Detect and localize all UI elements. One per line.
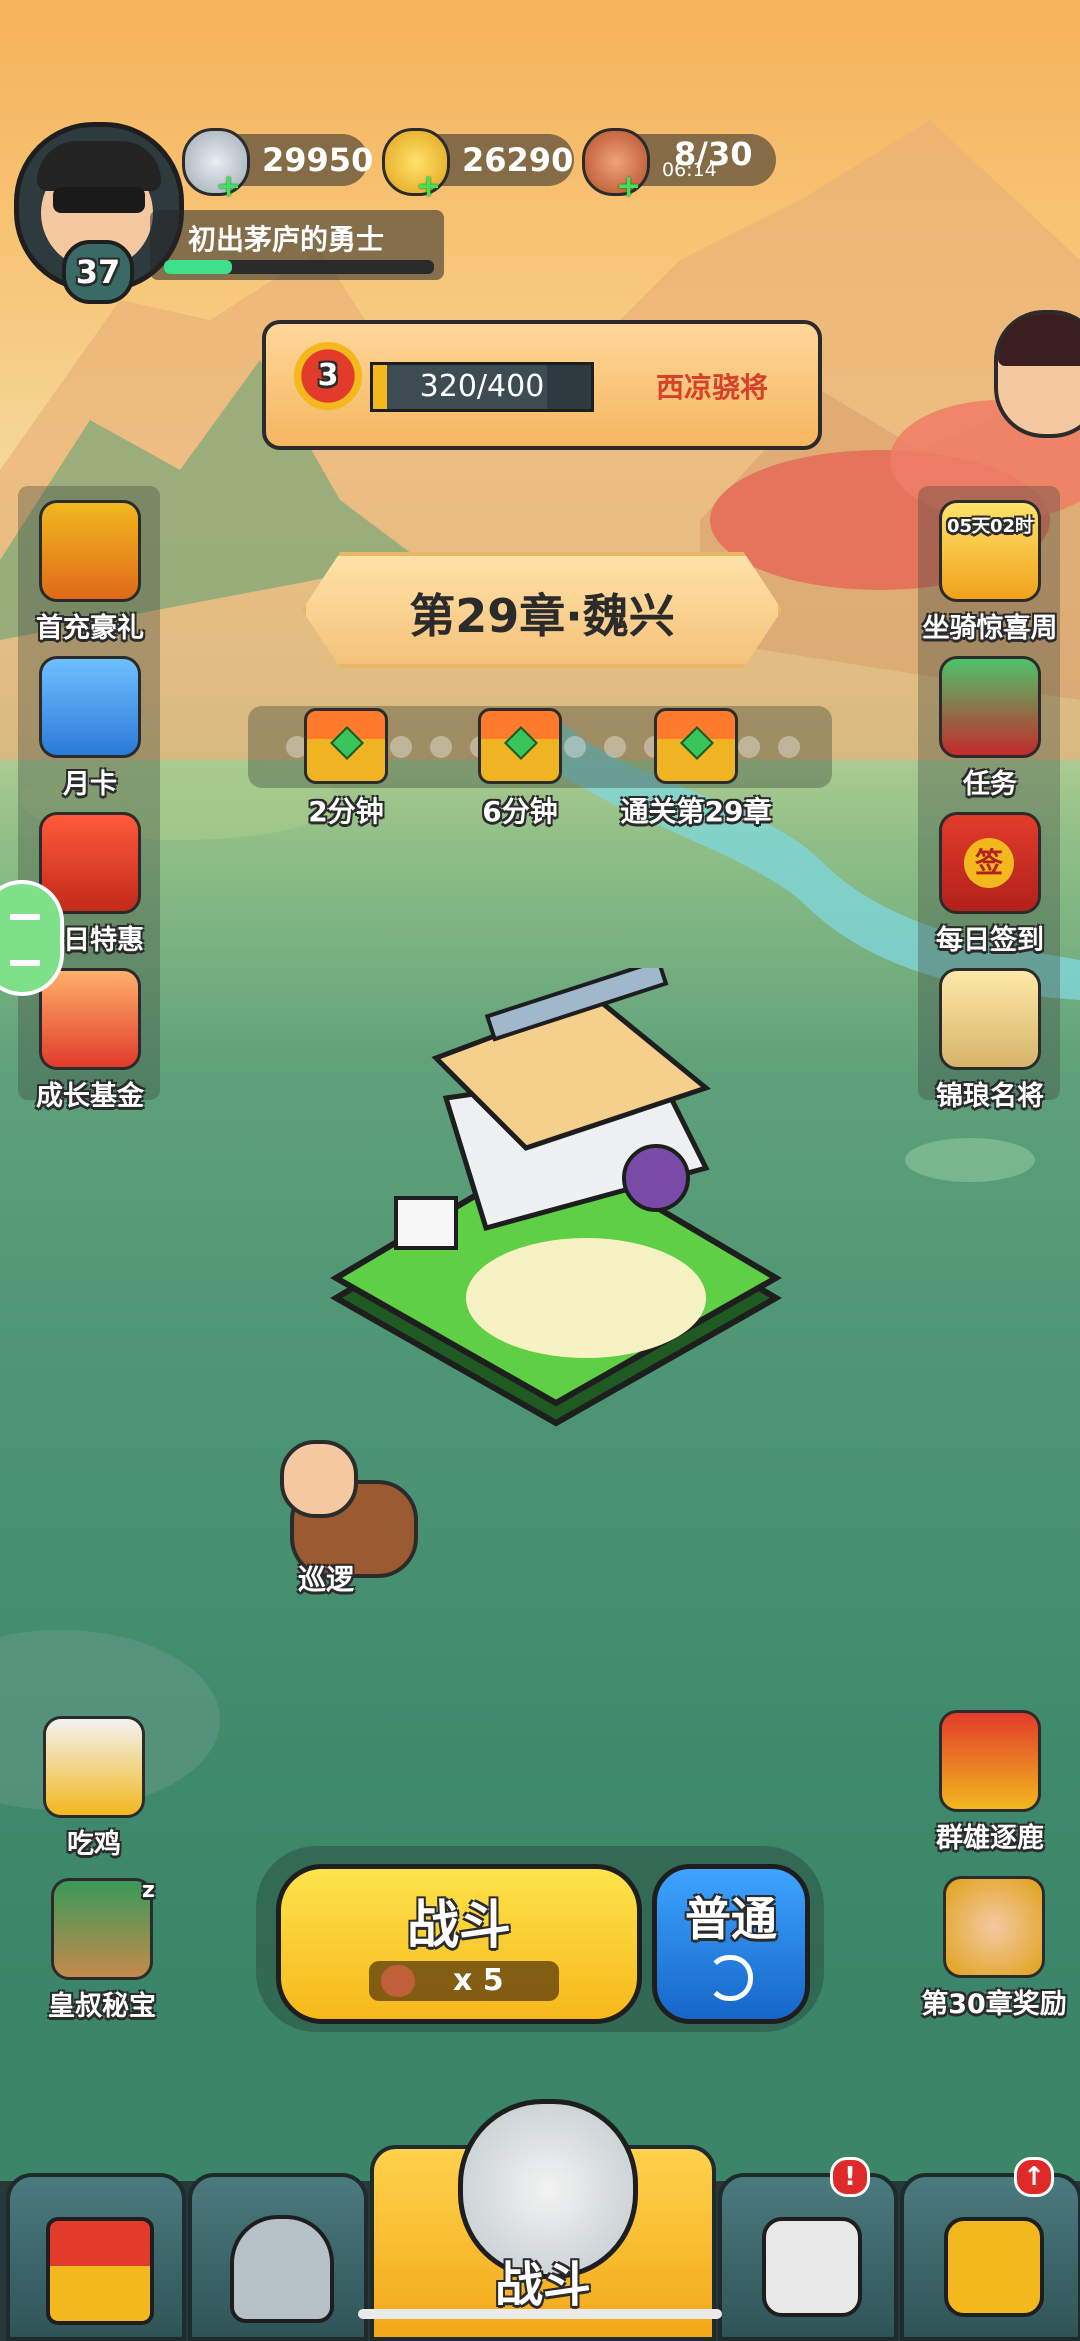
general-icon xyxy=(939,968,1041,1070)
side-menu-handle[interactable] xyxy=(0,880,64,996)
chapter-reward[interactable]: 2分钟 xyxy=(246,708,446,830)
battle-label: 战斗 xyxy=(406,1896,511,1956)
rank-name: 西凉骁将 xyxy=(656,371,769,404)
rank-progress-track: 320/400 xyxy=(370,362,594,412)
gold-add-icon[interactable]: + xyxy=(416,172,441,202)
player-title: 初出茅庐的勇士 xyxy=(188,223,385,256)
month-card-icon xyxy=(39,656,141,758)
silver-counter[interactable]: 29950 xyxy=(182,128,373,196)
sleep-z: z xyxy=(142,1878,155,1903)
chest-icon xyxy=(304,708,388,784)
menu-item-label: 皇叔秘宝 xyxy=(48,1991,156,2022)
menu-item-label: 每日签到 xyxy=(936,925,1044,956)
treasure-icon xyxy=(51,1878,153,1980)
chapter-reward-label: 通关第29章 xyxy=(620,795,772,828)
gift-chest-icon xyxy=(39,500,141,602)
chicken-icon xyxy=(43,1716,145,1818)
hair-shape xyxy=(37,141,161,191)
silver-add-icon[interactable]: + xyxy=(216,172,241,202)
nav-tab-city[interactable] xyxy=(6,2173,186,2341)
menu-item[interactable]: 每日签到签 xyxy=(910,812,1070,957)
chapter-banner: 第29章·魏兴 xyxy=(302,552,782,668)
menu-lines-icon xyxy=(10,914,40,966)
menu-item-label: 吃鸡 xyxy=(67,1829,121,1860)
player-title-panel: 初出茅庐的勇士 xyxy=(150,210,444,280)
meat-icon xyxy=(381,1965,415,1997)
nav-battle-label: 战斗 xyxy=(494,2257,591,2313)
task-scroll-icon xyxy=(939,656,1041,758)
patrol-hero[interactable]: 巡逻 xyxy=(250,1440,430,1600)
menu-item[interactable]: 吃鸡 xyxy=(14,1716,174,1861)
patrol-label: 巡逻 xyxy=(298,1563,355,1596)
event-character-hair xyxy=(998,314,1080,366)
menu-item[interactable]: 锦琅名将 xyxy=(910,968,1070,1113)
alert-badge: ! xyxy=(830,2157,870,2197)
menu-item[interactable]: 群雄逐鹿 xyxy=(910,1710,1070,1855)
stage-building[interactable] xyxy=(326,968,786,1428)
menu-item-label: 月卡 xyxy=(63,769,117,800)
menu-item[interactable]: 月卡 xyxy=(10,656,170,801)
chapter-reward-label: 2分钟 xyxy=(308,795,384,828)
chapter-reward-label: 6分钟 xyxy=(482,795,558,828)
game-scene: 37 初出茅庐的勇士 29950 + 26290 + 8/30 06:14 + … xyxy=(0,0,1080,2341)
chest-icon xyxy=(478,708,562,784)
menu-item[interactable]: 任务 xyxy=(910,656,1070,801)
mode-label: 普通 xyxy=(685,1892,777,1946)
battle-button[interactable]: 战斗 x 5 xyxy=(276,1864,642,2024)
menu-item-label: 锦琅名将 xyxy=(936,1081,1044,1112)
menu-item-label: 群雄逐鹿 xyxy=(936,1823,1044,1854)
exp-bar-fill xyxy=(164,260,232,274)
chapter-reward[interactable]: 6分钟 xyxy=(420,708,620,830)
stamina-timer: 06:14 xyxy=(662,159,717,181)
patrol-rider xyxy=(280,1440,358,1518)
rank-banner[interactable]: 3 320/400 西凉骁将 xyxy=(262,320,822,450)
menu-item-label: 第30章奖励 xyxy=(921,1989,1067,2020)
chapter-reward[interactable]: 通关第29章 xyxy=(596,708,796,830)
sign-stamp: 签 xyxy=(964,838,1014,888)
player-level-badge: 37 xyxy=(62,240,134,304)
banner-icon xyxy=(939,1710,1041,1812)
menu-item[interactable]: 第30章奖励 xyxy=(914,1876,1074,2021)
helmet-icon xyxy=(230,2215,334,2323)
menu-item[interactable]: 坐骑惊喜周 05天02时 xyxy=(910,500,1070,645)
stamina-add-icon[interactable]: + xyxy=(616,172,641,202)
silver-value: 29950 xyxy=(262,141,374,179)
chapter-title: 第29章·魏兴 xyxy=(409,589,675,643)
weapon-icon xyxy=(762,2217,862,2317)
chest-icon xyxy=(654,708,738,784)
refresh-icon xyxy=(707,1955,753,2001)
exp-bar-track xyxy=(164,260,434,274)
battle-cost-pill: x 5 xyxy=(369,1961,559,2001)
city-gate-icon xyxy=(46,2217,154,2325)
nav-tab-upgrade[interactable]: ↑ xyxy=(900,2157,1080,2341)
fund-icon xyxy=(39,968,141,1070)
mode-button[interactable]: 普通 xyxy=(652,1864,810,2024)
menu-item[interactable]: 首充豪礼 xyxy=(10,500,170,645)
nav-tab-heroes[interactable] xyxy=(188,2173,368,2341)
nav-tab-equipment[interactable]: ! xyxy=(718,2157,898,2341)
hero-reward-icon xyxy=(943,1876,1045,1978)
menu-item-label: 任务 xyxy=(963,769,1017,800)
rank-progress-text: 320/400 xyxy=(419,369,545,404)
sunglasses xyxy=(53,187,145,213)
gold-value: 26290 xyxy=(462,141,574,179)
upgrade-badge: ↑ xyxy=(1014,2157,1054,2197)
menu-item-label: 首充豪礼 xyxy=(36,613,144,644)
battle-cost: x 5 xyxy=(453,1963,504,1998)
menu-item[interactable]: 皇叔秘宝 z xyxy=(22,1878,182,2023)
event-character-avatar[interactable] xyxy=(994,310,1080,438)
menu-item-label: 成长基金 xyxy=(36,1081,144,1112)
home-indicator xyxy=(358,2309,722,2319)
upgrade-fist-icon xyxy=(944,2217,1044,2317)
event-timer: 05天02时 xyxy=(946,516,1034,537)
menu-item-label: 坐骑惊喜周 xyxy=(922,613,1058,644)
rank-medal-icon: 3 xyxy=(294,342,362,410)
